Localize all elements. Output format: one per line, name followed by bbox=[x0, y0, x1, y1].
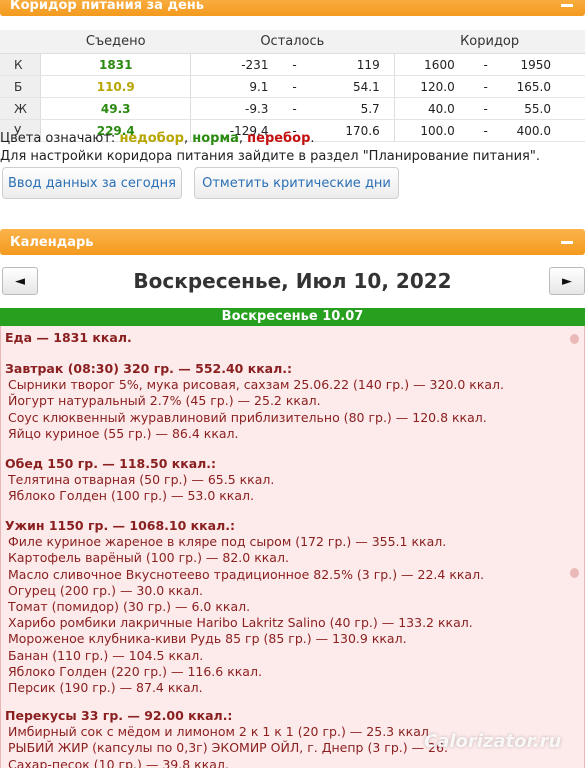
meal-item: Яблоко Голден (100 гр.) — 53.0 ккал. bbox=[8, 488, 254, 504]
legend-prefix: Цвета означают: bbox=[0, 131, 120, 146]
legend-over: перебор bbox=[247, 131, 311, 146]
remaining-min: 9.1 bbox=[190, 75, 270, 98]
remaining-min: -231 bbox=[190, 53, 270, 76]
day-banner: Воскресенье 10.07 bbox=[0, 308, 585, 326]
apple-icon bbox=[570, 568, 579, 578]
corridor-max: 400.0 bbox=[515, 119, 585, 142]
minimize-icon[interactable] bbox=[561, 3, 573, 7]
meal-item: РЫБИЙ ЖИР (капсулы по 0,3г) ЭКОМИР ОЙЛ, … bbox=[8, 740, 448, 756]
meal-item: Мороженое клубника-киви Рудь 85 гр (85 г… bbox=[8, 631, 407, 647]
mark-critical-days-button[interactable]: Отметить критические дни bbox=[194, 167, 399, 199]
daily-total: Еда — 1831 ккал. bbox=[5, 330, 132, 345]
meal-item: Харибо ромбики лакричные Haribo Lakritz … bbox=[8, 615, 473, 631]
meal-item: Соус клюквенный журавлиновий приблизител… bbox=[8, 409, 487, 425]
remaining-max: 170.6 bbox=[319, 119, 395, 142]
range-dash: - bbox=[269, 75, 320, 98]
remaining-min: -9.3 bbox=[190, 97, 270, 120]
range-dash: - bbox=[269, 53, 320, 76]
meal-snacks: Перекусы 33 гр. — 92.00 ккал.: Имбирный … bbox=[5, 708, 448, 768]
row-label: Б bbox=[0, 75, 41, 98]
meal-item: Огурец (200 гр.) — 30.0 ккал. bbox=[8, 582, 203, 598]
meal-item: Масло сливочное Вкуснотеево традиционное… bbox=[8, 566, 485, 582]
col-eaten: Съедено bbox=[40, 30, 191, 54]
meal-item: Сахар-песок (10 гр.) — 39.8 ккал. bbox=[8, 756, 229, 768]
corridor-row: Ж 49.3 -9.3-5.7 40.0-55.0 bbox=[0, 97, 585, 120]
col-remaining: Осталось bbox=[190, 30, 395, 54]
color-legend: Цвета означают: недобор, норма, перебор. bbox=[0, 131, 315, 146]
minimize-icon[interactable] bbox=[561, 240, 573, 244]
corridor-max: 165.0 bbox=[515, 75, 585, 98]
next-day-button[interactable]: ► bbox=[549, 267, 585, 295]
meal-item: Яблоко Голден (220 гр.) — 116.6 ккал. bbox=[8, 663, 262, 679]
corridor-max: 1950 bbox=[515, 53, 585, 76]
meal-title: Перекусы 33 гр. — 92.00 ккал.: bbox=[5, 708, 233, 723]
meal-item: Телятина отварная (50 гр.) — 65.5 ккал. bbox=[8, 472, 275, 488]
calendar-date-title: Воскресенье, Июл 10, 2022 bbox=[133, 269, 452, 293]
corridor-panel-header: Коридор питания за день bbox=[0, 0, 585, 16]
range-dash: - bbox=[455, 53, 516, 76]
legend-sep-2: , bbox=[238, 131, 248, 146]
range-dash: - bbox=[455, 119, 516, 142]
corridor-min: 1600 bbox=[394, 53, 456, 76]
col-corridor: Коридор bbox=[394, 30, 585, 54]
meal-item: Имбирный сок с мёдом и лимоном 2 к 1 к 1… bbox=[8, 724, 433, 740]
calendar-panel-header: Календарь bbox=[0, 229, 585, 255]
corridor-min: 120.0 bbox=[394, 75, 456, 98]
meal-item: Сырники творог 5%, мука рисовая, сахзам … bbox=[8, 377, 505, 393]
meal-item: Яйцо куриное (55 гр.) — 86.4 ккал. bbox=[8, 425, 239, 441]
corner-cell bbox=[0, 30, 41, 54]
day-entries: Еда — 1831 ккал. Завтрак (08:30) 320 гр.… bbox=[0, 326, 585, 768]
remaining-max: 5.7 bbox=[319, 97, 395, 120]
meal-breakfast: Завтрак (08:30) 320 гр. — 552.40 ккал.: … bbox=[5, 361, 504, 442]
legend-under: недобор bbox=[119, 131, 184, 146]
corridor-panel-title: Коридор питания за день bbox=[10, 0, 204, 13]
legend-norm: норма bbox=[192, 131, 239, 146]
meal-item: Йогурт натуральный 2.7% (45 гр.) — 25.2 … bbox=[8, 393, 321, 409]
row-label: К bbox=[0, 53, 41, 76]
remaining-max: 54.1 bbox=[319, 75, 395, 98]
meal-dinner: Ужин 1150 гр. — 1068.10 ккал.: Филе кури… bbox=[5, 518, 484, 696]
meal-title: Обед 150 гр. — 118.50 ккал.: bbox=[5, 456, 217, 471]
site-watermark: Calorizator.ru bbox=[424, 731, 562, 752]
row-label: Ж bbox=[0, 97, 41, 120]
meal-lunch: Обед 150 гр. — 118.50 ккал.: Телятина от… bbox=[5, 456, 274, 505]
meal-item: Филе куриное жареное в кляре под сыром (… bbox=[8, 534, 447, 550]
eaten-value: 49.3 bbox=[40, 97, 191, 120]
calendar-panel-title: Календарь bbox=[10, 234, 94, 250]
prev-day-button[interactable]: ◄ bbox=[2, 267, 38, 295]
meal-item: Персик (190 гр.) — 87.4 ккал. bbox=[8, 680, 203, 696]
corridor-table: Съедено Осталось Коридор К 1831 -231-119 16… bbox=[0, 30, 585, 142]
corridor-row: Б 110.9 9.1-54.1 120.0-165.0 bbox=[0, 75, 585, 98]
corridor-row: К 1831 -231-119 1600-1950 bbox=[0, 53, 585, 76]
corridor-min: 100.0 bbox=[394, 119, 456, 142]
meal-item: Томат (помидор) (30 гр.) — 6.0 ккал. bbox=[8, 599, 251, 615]
remaining-max: 119 bbox=[319, 53, 395, 76]
meal-item: Картофель варёный (100 гр.) — 82.0 ккал. bbox=[8, 550, 289, 566]
corridor-max: 55.0 bbox=[515, 97, 585, 120]
range-dash: - bbox=[455, 97, 516, 120]
eaten-value: 1831 bbox=[40, 53, 191, 76]
meal-item: Банан (110 гр.) — 104.5 ккал. bbox=[8, 647, 204, 663]
legend-sep-1: , bbox=[183, 131, 193, 146]
eaten-value: 110.9 bbox=[40, 75, 191, 98]
corridor-min: 40.0 bbox=[394, 97, 456, 120]
apple-icon bbox=[570, 334, 579, 344]
enter-today-button[interactable]: Ввод данных за сегодня bbox=[2, 167, 182, 199]
range-dash: - bbox=[455, 75, 516, 98]
meal-title: Ужин 1150 гр. — 1068.10 ккал.: bbox=[5, 518, 235, 533]
range-dash: - bbox=[269, 97, 320, 120]
planning-info: Для настройки коридора питания зайдите в… bbox=[0, 149, 540, 164]
meal-title: Завтрак (08:30) 320 гр. — 552.40 ккал.: bbox=[5, 361, 293, 376]
legend-end: . bbox=[310, 131, 315, 146]
